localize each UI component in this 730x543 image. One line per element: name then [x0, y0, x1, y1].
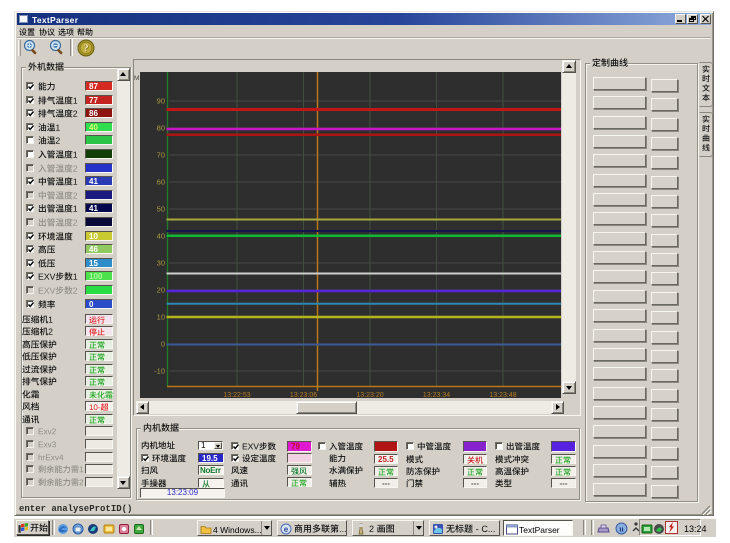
svg-text:e: e [284, 525, 289, 534]
svg-text:70: 70 [157, 151, 165, 160]
svg-text:30: 30 [157, 259, 165, 268]
svg-text:13:23:48: 13:23:48 [489, 392, 516, 399]
svg-text:20: 20 [157, 286, 165, 295]
svg-text:M: M [134, 75, 139, 82]
svg-text:13:22:53: 13:22:53 [223, 392, 250, 399]
svg-text:13:23:34: 13:23:34 [423, 392, 450, 399]
svg-text:90: 90 [157, 97, 165, 106]
svg-text:13:23:06: 13:23:06 [290, 392, 317, 399]
svg-text:u: u [619, 525, 624, 534]
svg-text:?: ? [83, 44, 88, 55]
svg-text:-10: -10 [154, 367, 165, 376]
svg-text:50: 50 [157, 205, 165, 214]
svg-text:0: 0 [161, 340, 165, 349]
svg-text:60: 60 [157, 178, 165, 187]
svg-text:10: 10 [157, 313, 165, 322]
svg-text:40: 40 [157, 232, 165, 241]
svg-text:13:23:20: 13:23:20 [356, 392, 383, 399]
svg-text:80: 80 [157, 124, 165, 133]
